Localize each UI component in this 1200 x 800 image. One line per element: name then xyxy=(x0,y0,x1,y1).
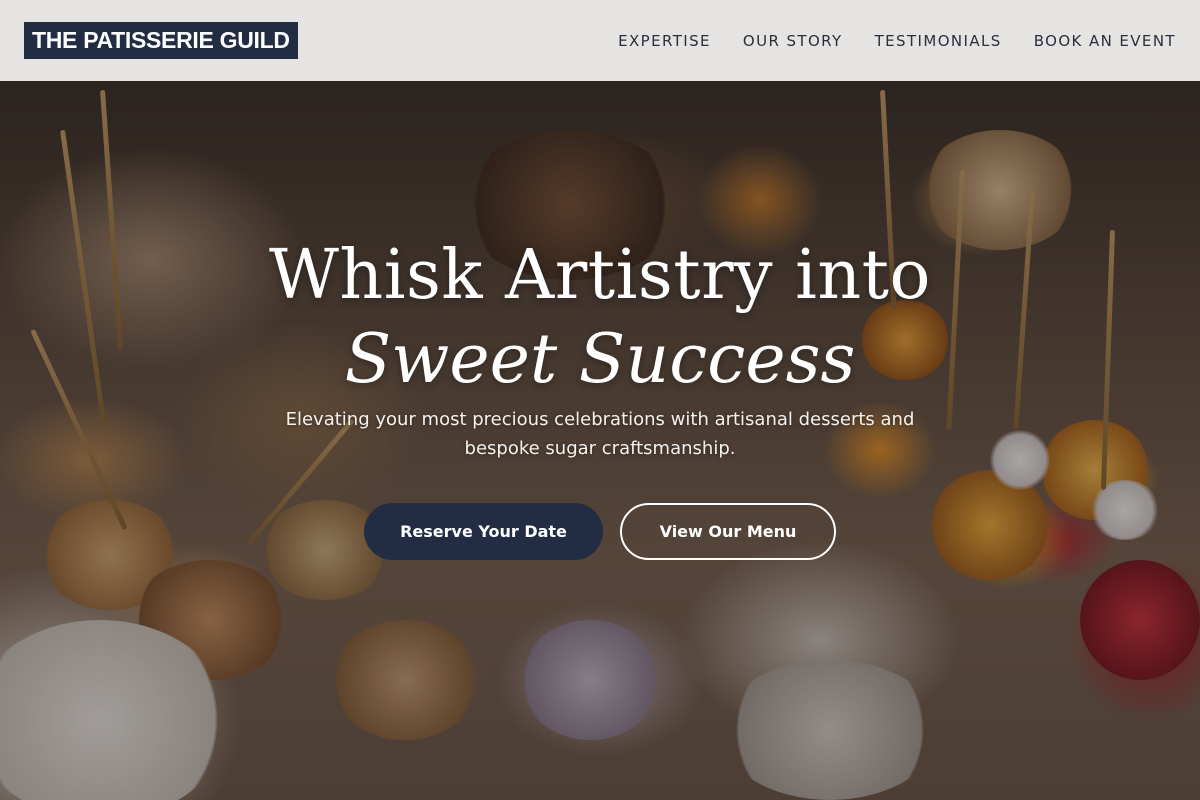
hero-section: Whisk Artistry into Sweet Success Elevat… xyxy=(0,0,1200,800)
hero-subtext: Elevating your most precious celebration… xyxy=(285,409,915,459)
reserve-date-button[interactable]: Reserve Your Date xyxy=(364,503,603,560)
nav-link-testimonials[interactable]: TESTIMONIALS xyxy=(875,32,1002,50)
main-nav: EXPERTISE OUR STORY TESTIMONIALS BOOK AN… xyxy=(618,32,1176,50)
site-logo[interactable]: THE PATISSERIE GUILD xyxy=(24,22,298,59)
hero-headline-line1: Whisk Artistry into xyxy=(269,236,931,315)
nav-link-book-an-event[interactable]: BOOK AN EVENT xyxy=(1034,32,1176,50)
hero-headline-line2: Sweet Success xyxy=(344,320,856,399)
view-menu-button[interactable]: View Our Menu xyxy=(620,503,836,560)
landing-page: THE PATISSERIE GUILD EXPERTISE OUR STORY… xyxy=(0,0,1200,800)
site-header: THE PATISSERIE GUILD EXPERTISE OUR STORY… xyxy=(0,0,1200,81)
hero-cta-group: Reserve Your Date View Our Menu xyxy=(364,503,836,560)
nav-link-our-story[interactable]: OUR STORY xyxy=(743,32,843,50)
nav-link-expertise[interactable]: EXPERTISE xyxy=(618,32,711,50)
hero-headline: Whisk Artistry into Sweet Success xyxy=(0,234,1200,402)
